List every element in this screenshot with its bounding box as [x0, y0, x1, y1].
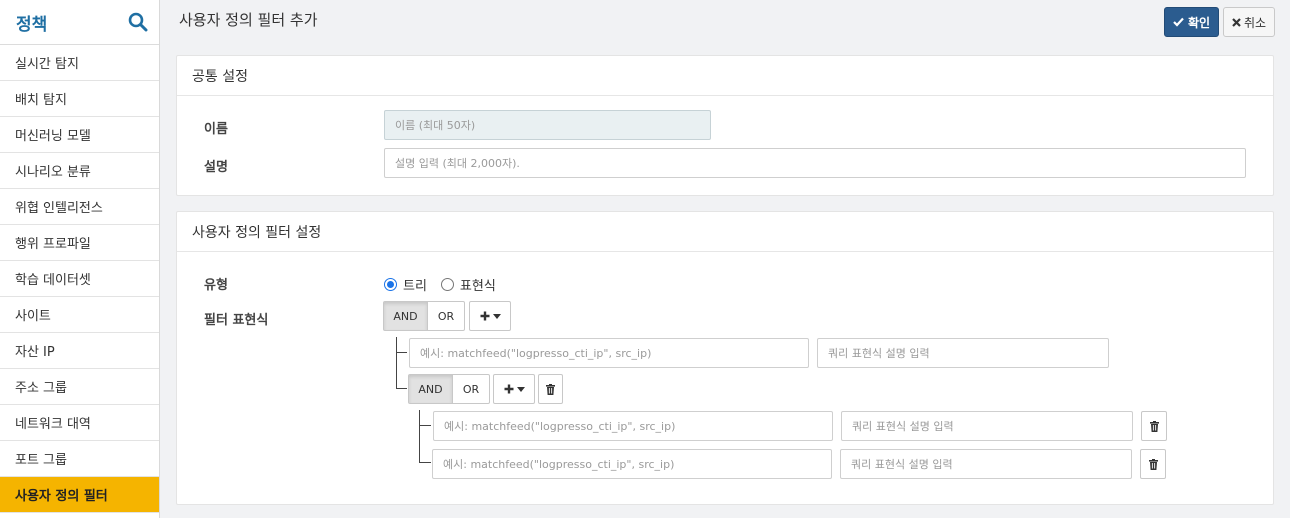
condition-delete-button[interactable] [1140, 449, 1166, 479]
caret-down-icon [492, 313, 501, 319]
trash-icon [1149, 420, 1159, 432]
filter-settings-heading: 사용자 정의 필터 설정 [177, 212, 1273, 252]
tree-line [419, 410, 420, 463]
name-input[interactable] [384, 110, 711, 140]
tree-line [396, 352, 407, 353]
root-add-button[interactable] [469, 301, 511, 331]
sidebar-item-realtime-detection[interactable]: 실시간 탐지 [0, 45, 159, 81]
condition-expression-input[interactable] [433, 411, 833, 441]
description-input[interactable] [384, 148, 1246, 178]
filter-settings-panel: 사용자 정의 필터 설정 유형 트리 표현식 필터 표현식 AND OR AND… [176, 211, 1274, 505]
sidebar-item-label: 포트 그룹 [15, 453, 67, 468]
sidebar-item-label: 실시간 탐지 [15, 57, 79, 72]
close-icon [1232, 17, 1241, 27]
sidebar-list: 실시간 탐지 배치 탐지 머신러닝 모델 시나리오 분류 위협 인텔리전스 행위… [0, 45, 159, 513]
condition-delete-button[interactable] [1141, 411, 1167, 441]
type-radio-tree[interactable] [384, 278, 397, 291]
tree-line [396, 388, 407, 389]
sidebar-item-port-group[interactable]: 포트 그룹 [0, 441, 159, 477]
sidebar-item-label: 학습 데이터셋 [15, 273, 91, 288]
page-title: 사용자 정의 필터 추가 [179, 11, 318, 29]
nested-and-button[interactable]: AND [408, 374, 453, 404]
sidebar-item-behavior-profile[interactable]: 행위 프로파일 [0, 225, 159, 261]
nested-logic-toggle: AND OR [408, 374, 490, 404]
sidebar-item-label: 위협 인텔리전스 [15, 201, 103, 216]
sidebar-item-training-dataset[interactable]: 학습 데이터셋 [0, 261, 159, 297]
type-label: 유형 [204, 278, 228, 293]
condition-expression-input[interactable] [409, 338, 809, 368]
caret-down-icon [516, 386, 525, 392]
sidebar-item-label: 사이트 [15, 309, 51, 324]
main-content: 사용자 정의 필터 추가 확인 취소 공통 설정 이름 설명 사용자 정의 필터… [160, 0, 1290, 518]
root-or-button[interactable]: OR [428, 301, 465, 331]
plus-icon [504, 384, 513, 394]
filter-expression-label: 필터 표현식 [204, 313, 269, 328]
sidebar-item-label: 시나리오 분류 [15, 165, 91, 180]
condition-description-input[interactable] [840, 449, 1132, 479]
sidebar-item-label: 배치 탐지 [15, 93, 67, 108]
description-label: 설명 [204, 160, 228, 175]
condition-description-input[interactable] [841, 411, 1133, 441]
common-settings-heading: 공통 설정 [177, 56, 1273, 96]
cancel-label: 취소 [1243, 15, 1267, 30]
sidebar-item-label: 행위 프로파일 [15, 237, 91, 252]
sidebar-item-custom-filter[interactable]: 사용자 정의 필터 [0, 477, 159, 513]
root-and-button[interactable]: AND [383, 301, 428, 331]
sidebar-item-label: 주소 그룹 [15, 381, 67, 396]
sidebar-item-batch-detection[interactable]: 배치 탐지 [0, 81, 159, 117]
sidebar-title: 정책 [16, 14, 48, 35]
sidebar-item-label: 네트워크 대역 [15, 417, 91, 432]
tree-line [396, 337, 397, 389]
confirm-button[interactable]: 확인 [1164, 7, 1219, 37]
tree-line [419, 462, 431, 463]
sidebar-item-site[interactable]: 사이트 [0, 297, 159, 333]
sidebar-item-address-group[interactable]: 주소 그룹 [0, 369, 159, 405]
sidebar-item-asset-ip[interactable]: 자산 IP [0, 333, 159, 369]
sidebar-header: 정책 [0, 0, 159, 45]
search-icon[interactable] [127, 11, 149, 33]
name-label: 이름 [204, 122, 228, 137]
sidebar-item-scenario-category[interactable]: 시나리오 분류 [0, 153, 159, 189]
nested-delete-button[interactable] [538, 374, 563, 404]
sidebar-item-network-range[interactable]: 네트워크 대역 [0, 405, 159, 441]
root-logic-toggle: AND OR [383, 301, 465, 331]
tree-line [419, 425, 431, 426]
nested-add-button[interactable] [493, 374, 535, 404]
type-option-tree-label: 트리 [403, 279, 427, 294]
sidebar-item-threat-intel[interactable]: 위협 인텔리전스 [0, 189, 159, 225]
condition-expression-input[interactable] [432, 449, 832, 479]
trash-icon [1148, 458, 1158, 470]
trash-icon [546, 383, 555, 395]
sidebar-item-ml-model[interactable]: 머신러닝 모델 [0, 117, 159, 153]
type-radio-expression[interactable] [440, 278, 454, 291]
sidebar: 정책 실시간 탐지 배치 탐지 머신러닝 모델 시나리오 분류 위협 인텔리전스… [0, 0, 160, 518]
sidebar-item-label: 머신러닝 모델 [15, 129, 91, 144]
confirm-label: 확인 [1187, 15, 1211, 30]
sidebar-item-label: 사용자 정의 필터 [15, 489, 108, 504]
plus-icon [480, 311, 489, 321]
condition-description-input[interactable] [817, 338, 1109, 368]
nested-or-button[interactable]: OR [453, 374, 490, 404]
cancel-button[interactable]: 취소 [1223, 7, 1275, 37]
sidebar-item-label: 자산 IP [15, 345, 55, 360]
type-radio-group: 트리 표현식 [384, 275, 496, 294]
check-icon [1173, 17, 1184, 27]
common-settings-panel: 공통 설정 이름 설명 [176, 55, 1274, 196]
type-option-expression-label: 표현식 [459, 279, 496, 294]
